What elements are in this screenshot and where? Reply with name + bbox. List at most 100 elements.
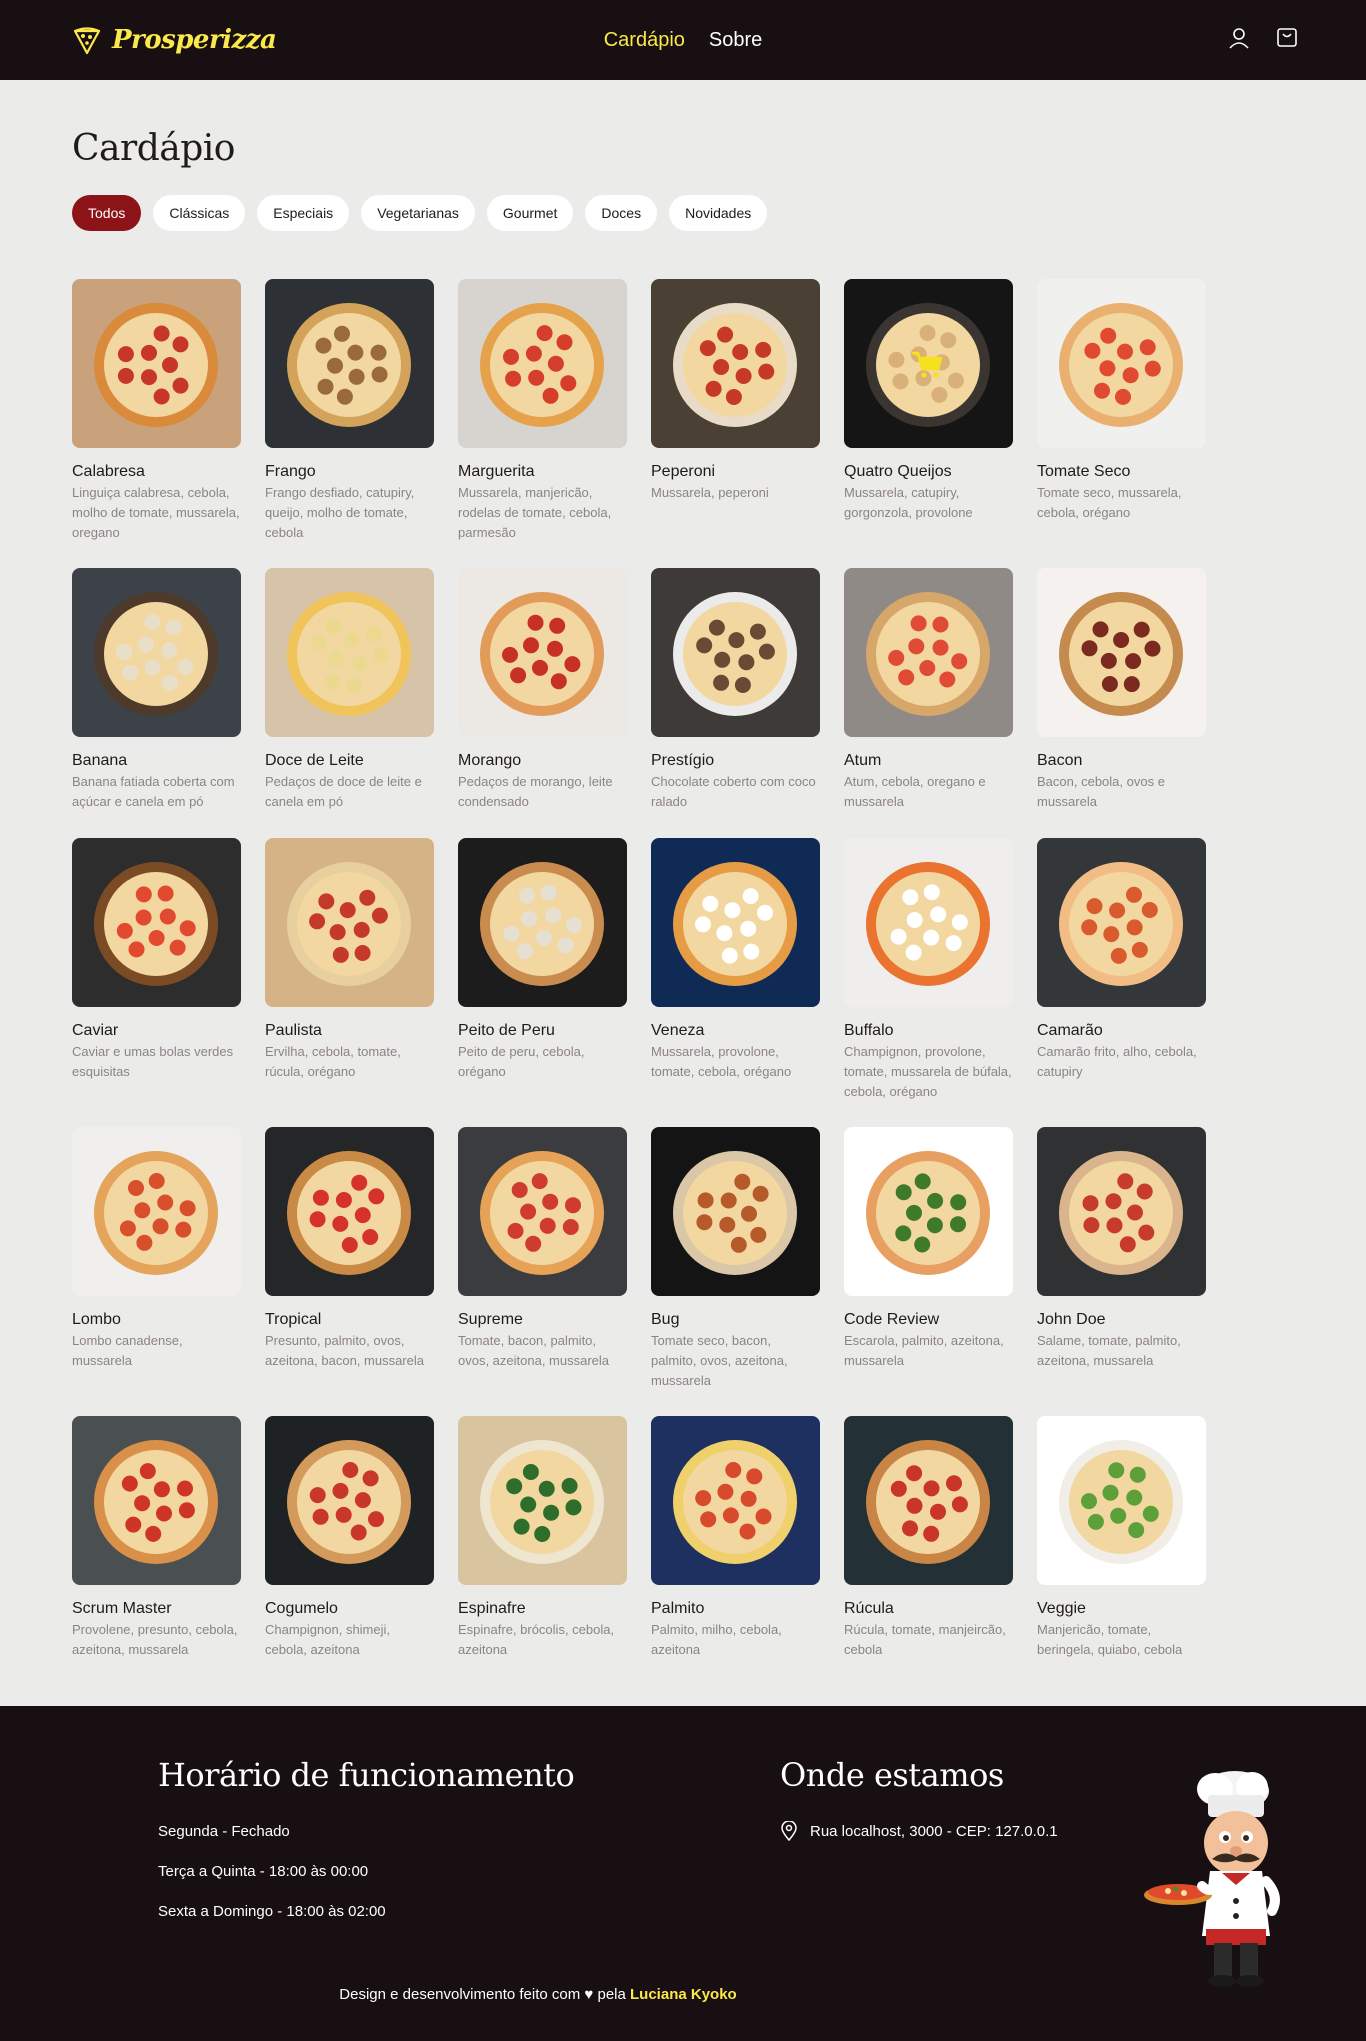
- pizza-card[interactable]: Morango Pedaços de morango, leite condens…: [458, 568, 627, 838]
- pizza-image: [265, 279, 434, 448]
- pizza-name: Morango: [458, 752, 522, 769]
- pizza-description: Champignon, shimeji, cebola, azeitona: [265, 1622, 391, 1657]
- pizza-card[interactable]: Lombo Lombo canadense, mussarela: [72, 1127, 241, 1416]
- pizza-description: Linguiça calabresa, cebola, molho de tom…: [72, 485, 240, 540]
- add-to-cart-icon[interactable]: [910, 349, 944, 384]
- hours-line: Sexta a Domingo - 18:00 às 02:00: [158, 1903, 386, 1920]
- pizza-description: Banana fatiada coberta com açúcar e cane…: [72, 774, 235, 809]
- pizza-card[interactable]: Prestígio Chocolate coberto com coco rala…: [651, 568, 820, 838]
- pizza-image: [265, 1416, 434, 1585]
- pizza-description: Rúcula, tomate, manjeircão, cebola: [844, 1622, 1006, 1657]
- pizza-image: [844, 1416, 1013, 1585]
- pizza-card[interactable]: Code Review Escarola, palmito, azeitona, …: [844, 1127, 1013, 1416]
- pizza-description: Tomate seco, mussarela, cebola, orégano: [1037, 485, 1182, 520]
- pizza-name: Tropical: [265, 1311, 322, 1328]
- pizza-description: Provolene, presunto, cebola, azeitona, m…: [72, 1622, 238, 1657]
- pizza-name: Peperoni: [651, 463, 716, 480]
- pizza-name: Camarão: [1037, 1022, 1103, 1039]
- pizza-description: Mussarela, peperoni: [651, 485, 769, 500]
- filter-chip-novidades[interactable]: Novidades: [669, 195, 768, 231]
- filter-chip-especiais[interactable]: Especiais: [257, 195, 350, 231]
- chef-mascot-illustration: [1144, 1771, 1280, 1987]
- pizza-card[interactable]: Marguerita Mussarela, manjericão, rodelas…: [458, 279, 627, 568]
- pizza-image: [651, 1416, 820, 1585]
- pizza-slice-icon: [73, 27, 101, 55]
- header-actions: [1228, 0, 1298, 80]
- pizza-image: [458, 838, 627, 1007]
- pizza-card[interactable]: Paulista Ervilha, cebola, tomate, rúcula,…: [265, 838, 434, 1127]
- pizza-image: [72, 568, 241, 737]
- nav-link-sobre[interactable]: Sobre: [709, 29, 762, 52]
- author-link[interactable]: Luciana Kyoko: [630, 1986, 737, 2003]
- pizza-name: Palmito: [651, 1600, 705, 1617]
- pizza-card[interactable]: Veggie Manjericão, tomate, beringela, qui…: [1037, 1416, 1206, 1686]
- pizza-card[interactable]: Doce de Leite Pedaços de doce de leite e …: [265, 568, 434, 838]
- nav-link-cardapio[interactable]: Cardápio: [604, 29, 685, 52]
- pizza-card[interactable]: Bug Tomate seco, bacon, palmito, ovos, az…: [651, 1127, 820, 1416]
- pizza-description: Mussarela, catupiry, gorgonzola, provolo…: [844, 485, 973, 520]
- pizza-image: [265, 568, 434, 737]
- pizza-name: Frango: [265, 463, 316, 480]
- pizza-image: [72, 1416, 241, 1585]
- menu-section: Cardápio Todos Clássicas Especiais Veget…: [0, 80, 1366, 1706]
- filter-chip-doces[interactable]: Doces: [585, 195, 658, 231]
- address: Rua localhost, 3000 - CEP: 127.0.0.1: [780, 1821, 1058, 1841]
- filter-chip-todos[interactable]: Todos: [72, 195, 142, 231]
- pizza-name: Scrum Master: [72, 1600, 172, 1617]
- pizza-image: [651, 279, 820, 448]
- pizza-image: [72, 279, 241, 448]
- pizza-card[interactable]: Veneza Mussarela, provolone, tomate, cebo…: [651, 838, 820, 1127]
- pizza-image: [458, 279, 627, 448]
- pizza-card[interactable]: Atum Atum, cebola, oregano e mussarela: [844, 568, 1013, 838]
- pizza-card[interactable]: Peperoni Mussarela, peperoni: [651, 279, 820, 568]
- pizza-name: Espinafre: [458, 1600, 526, 1617]
- pizza-card[interactable]: Frango Frango desfiado, catupiry, queijo,…: [265, 279, 434, 568]
- pizza-description: Salame, tomate, palmito, azeitona, mussa…: [1037, 1333, 1181, 1368]
- pizza-image: [72, 838, 241, 1007]
- pizza-name: Rúcula: [844, 1600, 894, 1617]
- pizza-card[interactable]: Espinafre Espinafre, brócolis, cebola, az…: [458, 1416, 627, 1686]
- pizza-card[interactable]: Palmito Palmito, milho, cebola, azeitona: [651, 1416, 820, 1686]
- pizza-name: Banana: [72, 752, 128, 769]
- pizza-card[interactable]: Supreme Tomate, bacon, palmito, ovos, aze…: [458, 1127, 627, 1416]
- brand-name: Prosperizza: [112, 25, 277, 55]
- pizza-card[interactable]: Bacon Bacon, cebola, ovos e mussarela: [1037, 568, 1206, 838]
- pizza-card[interactable]: Peito de Peru Peito de peru, cebola, orég…: [458, 838, 627, 1127]
- shopping-bag-icon[interactable]: [1276, 27, 1298, 54]
- pizza-name: Veggie: [1037, 1600, 1086, 1617]
- pizza-card[interactable]: Buffalo Champignon, provolone, tomate, mu…: [844, 838, 1013, 1127]
- pizza-card[interactable]: Rúcula Rúcula, tomate, manjeircão, cebola: [844, 1416, 1013, 1686]
- pizza-card[interactable]: Tomate Seco Tomate seco, mussarela, cebol…: [1037, 279, 1206, 568]
- pizza-card[interactable]: Camarão Camarão frito, alho, cebola, catu…: [1037, 838, 1206, 1127]
- pizza-description: Pedaços de doce de leite e canela em pó: [265, 774, 422, 809]
- pizza-name: Buffalo: [844, 1022, 894, 1039]
- pizza-card[interactable]: Scrum Master Provolene, presunto, cebola,…: [72, 1416, 241, 1686]
- pizza-card[interactable]: Cogumelo Champignon, shimeji, cebola, aze…: [265, 1416, 434, 1686]
- pizza-name: Quatro Queijos: [844, 463, 952, 480]
- pizza-image: [1037, 568, 1206, 737]
- filter-chip-classicas[interactable]: Clássicas: [153, 195, 246, 231]
- pizza-card[interactable]: Banana Banana fatiada coberta com açúcar …: [72, 568, 241, 838]
- pizza-card[interactable]: John Doe Salame, tomate, palmito, azeiton…: [1037, 1127, 1206, 1416]
- filter-chip-vegetarianas[interactable]: Vegetarianas: [361, 195, 475, 231]
- pizza-image: [844, 838, 1013, 1007]
- pizza-image: [265, 1127, 434, 1296]
- pizza-image: [651, 1127, 820, 1296]
- map-pin-icon: [781, 1821, 797, 1841]
- pizza-image: [1037, 279, 1206, 448]
- user-icon[interactable]: [1228, 27, 1250, 54]
- filter-chip-gourmet[interactable]: Gourmet: [486, 195, 574, 231]
- top-navbar: Prosperizza Cardápio Sobre: [0, 0, 1366, 80]
- pizza-image: [651, 568, 820, 737]
- pizza-card[interactable]: Calabresa Linguiça calabresa, cebola, mol…: [72, 279, 241, 568]
- pizza-card[interactable]: Tropical Presunto, palmito, ovos, azeiton…: [265, 1127, 434, 1416]
- pizza-name: Marguerita: [458, 463, 535, 480]
- pizza-card[interactable]: Quatro Queijos Mussarela, catupiry, gorgo…: [844, 279, 1013, 568]
- footer: Horário de funcionamento Segunda - Fecha…: [0, 1706, 1366, 2041]
- hours-title: Horário de funcionamento: [158, 1756, 575, 1794]
- pizza-image: [458, 568, 627, 737]
- pizza-description: Escarola, palmito, azeitona, mussarela: [844, 1333, 1004, 1368]
- brand-logo[interactable]: Prosperizza: [72, 25, 277, 55]
- pizza-name: Peito de Peru: [458, 1022, 555, 1039]
- pizza-card[interactable]: Caviar Caviar e umas bolas verdes esquisi…: [72, 838, 241, 1127]
